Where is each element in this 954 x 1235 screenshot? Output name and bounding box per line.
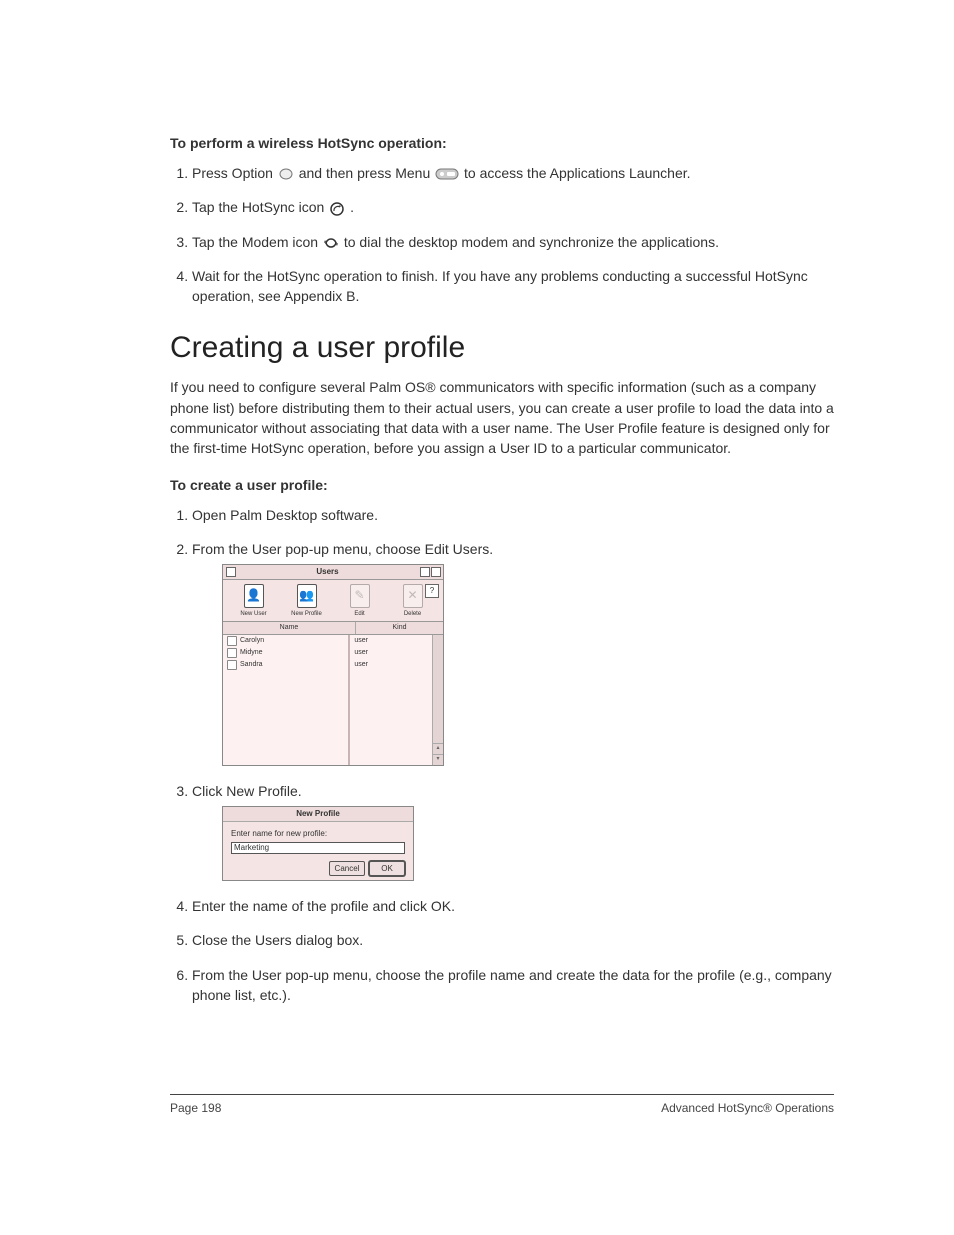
user-name: Carolyn <box>240 636 264 646</box>
page-heading: Creating a user profile <box>170 331 834 365</box>
tool-label: Delete <box>404 610 421 619</box>
new-profile-title: New Profile <box>223 807 413 822</box>
text-fragment: . <box>350 199 354 215</box>
kind-cell: user <box>350 647 432 659</box>
new-profile-icon: 👥 <box>297 584 317 608</box>
step-a3: Tap the Modem icon to dial the desktop m… <box>192 232 834 252</box>
users-list-names: Carolyn Midyne Sandra <box>223 635 350 765</box>
tool-label: Edit <box>354 610 364 619</box>
user-name: Midyne <box>240 648 263 658</box>
list-item[interactable]: Midyne <box>223 647 348 659</box>
new-profile-label: Enter name for new profile: <box>231 828 405 840</box>
section-b-steps: Open Palm Desktop software. From the Use… <box>170 505 834 1006</box>
step-b1: Open Palm Desktop software. <box>192 505 834 525</box>
text-fragment: Tap the HotSync icon <box>192 199 328 215</box>
step-text: From the User pop-up menu, choose Edit U… <box>192 541 493 557</box>
user-name: Sandra <box>240 660 263 670</box>
text-fragment: Tap the Modem icon <box>192 234 322 250</box>
scrollbar[interactable]: ▴ ▾ <box>432 635 443 765</box>
new-profile-button[interactable]: 👥 New Profile <box>287 584 327 619</box>
user-row-icon <box>227 636 237 646</box>
cancel-button[interactable]: Cancel <box>329 861 365 876</box>
text-fragment: to dial the desktop modem and synchroniz… <box>344 234 719 250</box>
modem-icon <box>322 236 340 250</box>
users-list-kinds: user user user <box>350 635 432 765</box>
section-a-title: To perform a wireless HotSync operation: <box>170 135 834 151</box>
text-fragment: and then press Menu <box>299 165 434 181</box>
new-profile-dialog: New Profile Enter name for new profile: … <box>222 806 414 881</box>
help-button[interactable]: ? <box>425 584 439 598</box>
user-row-icon <box>227 648 237 658</box>
text-fragment: Press Option <box>192 165 277 181</box>
kind-cell: user <box>350 659 432 671</box>
user-row-icon <box>227 660 237 670</box>
zoom-box-icon[interactable] <box>420 567 430 577</box>
page-footer: Page 198 Advanced HotSync® Operations <box>170 1094 834 1115</box>
list-item[interactable]: Carolyn <box>223 635 348 647</box>
scroll-down-icon[interactable]: ▾ <box>433 754 443 765</box>
delete-icon: ✕ <box>403 584 423 608</box>
step-b4: Enter the name of the profile and click … <box>192 896 834 916</box>
step-a2: Tap the HotSync icon . <box>192 197 834 217</box>
step-a1: Press Option and then press Menu to acce… <box>192 163 834 183</box>
footer-chapter-title: Advanced HotSync® Operations <box>661 1101 834 1115</box>
edit-button[interactable]: ✎ Edit <box>340 584 380 619</box>
option-key-icon <box>277 167 295 181</box>
step-text: Click New Profile. <box>192 783 302 799</box>
edit-icon: ✎ <box>350 584 370 608</box>
document-page: To perform a wireless HotSync operation:… <box>0 0 954 1235</box>
text-fragment: to access the Applications Launcher. <box>464 165 690 181</box>
column-name[interactable]: Name <box>223 622 356 634</box>
users-dialog: Users ? 👤 New User 👥 New Profile <box>222 564 444 765</box>
list-item[interactable]: Sandra <box>223 659 348 671</box>
step-b5: Close the Users dialog box. <box>192 930 834 950</box>
step-b2: From the User pop-up menu, choose Edit U… <box>192 539 834 766</box>
users-column-headers: Name Kind <box>223 621 443 635</box>
ok-button[interactable]: OK <box>369 861 405 876</box>
profile-name-input[interactable]: Marketing <box>231 842 405 854</box>
column-kind[interactable]: Kind <box>356 622 443 634</box>
step-b3: Click New Profile. New Profile Enter nam… <box>192 781 834 881</box>
tool-label: New Profile <box>291 610 322 619</box>
collapse-box-icon[interactable] <box>431 567 441 577</box>
menu-key-icon <box>434 167 460 181</box>
scroll-up-icon[interactable]: ▴ <box>433 743 443 754</box>
new-user-icon: 👤 <box>244 584 264 608</box>
step-a4: Wait for the HotSync operation to finish… <box>192 266 834 307</box>
section-b-title: To create a user profile: <box>170 477 834 493</box>
new-user-button[interactable]: 👤 New User <box>234 584 274 619</box>
users-list: Carolyn Midyne Sandra user user user <box>223 635 432 765</box>
kind-cell: user <box>350 635 432 647</box>
users-toolbar: ? 👤 New User 👥 New Profile ✎ Edit ✕ <box>223 580 443 621</box>
section-a-steps: Press Option and then press Menu to acce… <box>170 163 834 306</box>
footer-page-number: Page 198 <box>170 1101 221 1115</box>
users-dialog-titlebar: Users <box>223 565 443 580</box>
step-b6: From the User pop-up menu, choose the pr… <box>192 965 834 1006</box>
users-dialog-title: Users <box>236 566 419 578</box>
close-box-icon[interactable] <box>226 567 236 577</box>
tool-label: New User <box>240 610 266 619</box>
hotsync-icon <box>328 202 346 216</box>
intro-paragraph: If you need to configure several Palm OS… <box>170 377 834 458</box>
